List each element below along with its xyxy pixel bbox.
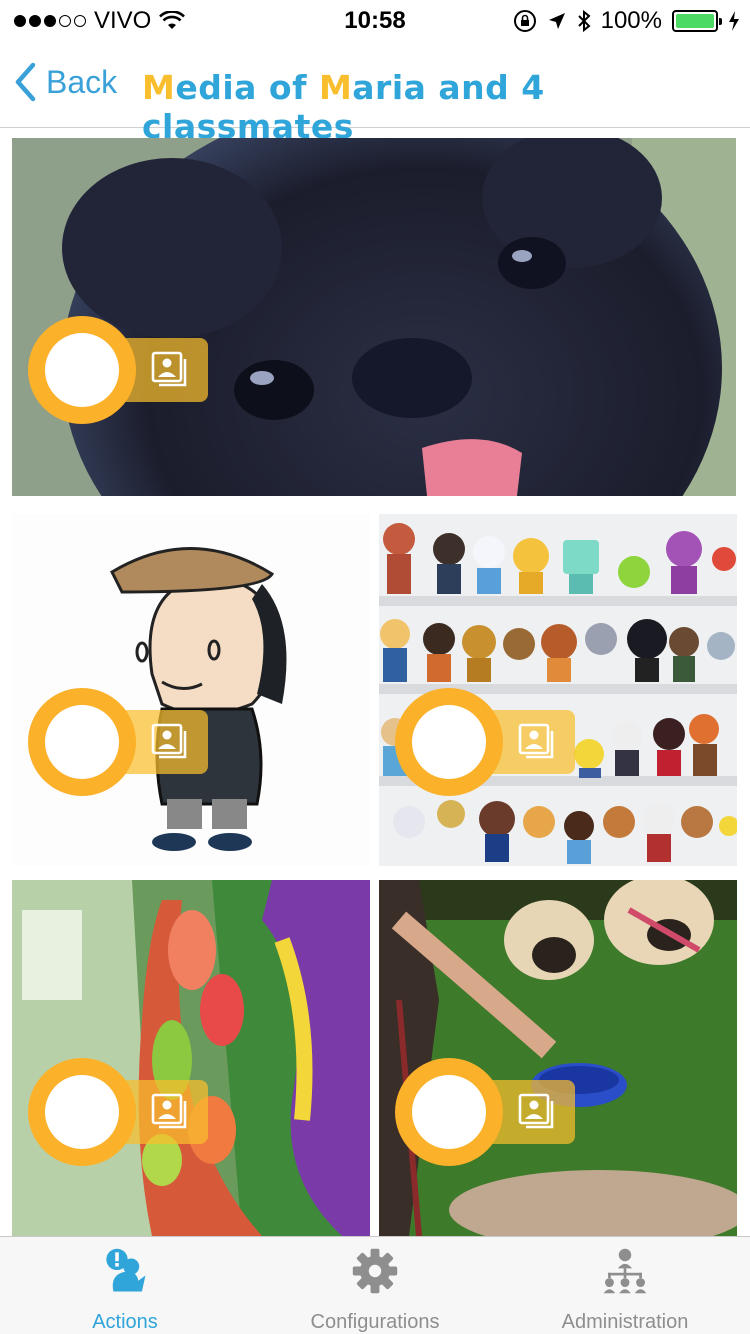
photo-thumbnail bbox=[379, 880, 737, 1236]
tab-actions[interactable]: Actions bbox=[0, 1237, 250, 1334]
battery-percent: 100% bbox=[600, 7, 662, 34]
status-indicators: 100% bbox=[513, 7, 740, 35]
photo-thumbnail bbox=[12, 880, 370, 1236]
tab-configurations[interactable]: Configurations bbox=[250, 1237, 500, 1334]
classmate-avatar bbox=[28, 688, 136, 796]
photo-gallery-icon bbox=[151, 1093, 187, 1129]
photo-thumbnail bbox=[12, 138, 736, 496]
battery-icon bbox=[672, 10, 722, 32]
tab-administration[interactable]: Administration bbox=[500, 1237, 750, 1334]
administration-icon bbox=[603, 1248, 647, 1294]
chevron-left-icon bbox=[15, 62, 36, 102]
photo-gallery-icon bbox=[518, 723, 554, 759]
title-part: M bbox=[142, 68, 176, 107]
gear-icon bbox=[352, 1248, 398, 1294]
navigation-bar: Back Media of Maria and 4 classmates bbox=[0, 40, 750, 146]
media-item-cartoon-boy[interactable] bbox=[12, 514, 370, 866]
back-label: Back bbox=[46, 63, 118, 100]
photo-gallery-icon bbox=[518, 1093, 554, 1129]
tab-label: Actions bbox=[92, 1311, 158, 1333]
status-bar: VIVO 10:58 100% bbox=[0, 0, 750, 40]
tab-bar: Actions Configurations Administration bbox=[0, 1236, 750, 1334]
page-title: Media of Maria and 4 classmates bbox=[142, 68, 750, 146]
photo-gallery-icon bbox=[151, 723, 187, 759]
media-item-toy-shelves[interactable] bbox=[379, 514, 737, 866]
media-item-candy-bag[interactable] bbox=[12, 880, 370, 1236]
tab-label: Administration bbox=[561, 1311, 689, 1333]
charging-icon bbox=[729, 11, 739, 31]
classmate-avatar bbox=[395, 1058, 503, 1166]
tab-label: Configurations bbox=[310, 1311, 440, 1333]
title-part: edia of bbox=[175, 68, 319, 107]
classmate-avatar bbox=[28, 316, 136, 424]
orientation-lock-icon bbox=[513, 10, 536, 32]
photo-gallery-icon bbox=[151, 351, 187, 387]
location-icon bbox=[548, 13, 565, 29]
title-part: M bbox=[318, 68, 353, 107]
classmate-avatar bbox=[28, 1058, 136, 1166]
media-item-pugs-grass[interactable] bbox=[379, 880, 737, 1236]
classmate-avatar bbox=[395, 688, 503, 796]
media-item-pug-closeup[interactable] bbox=[12, 138, 736, 496]
back-button[interactable]: Back bbox=[14, 62, 117, 102]
bluetooth-icon bbox=[577, 9, 591, 33]
actions-icon bbox=[106, 1248, 146, 1292]
